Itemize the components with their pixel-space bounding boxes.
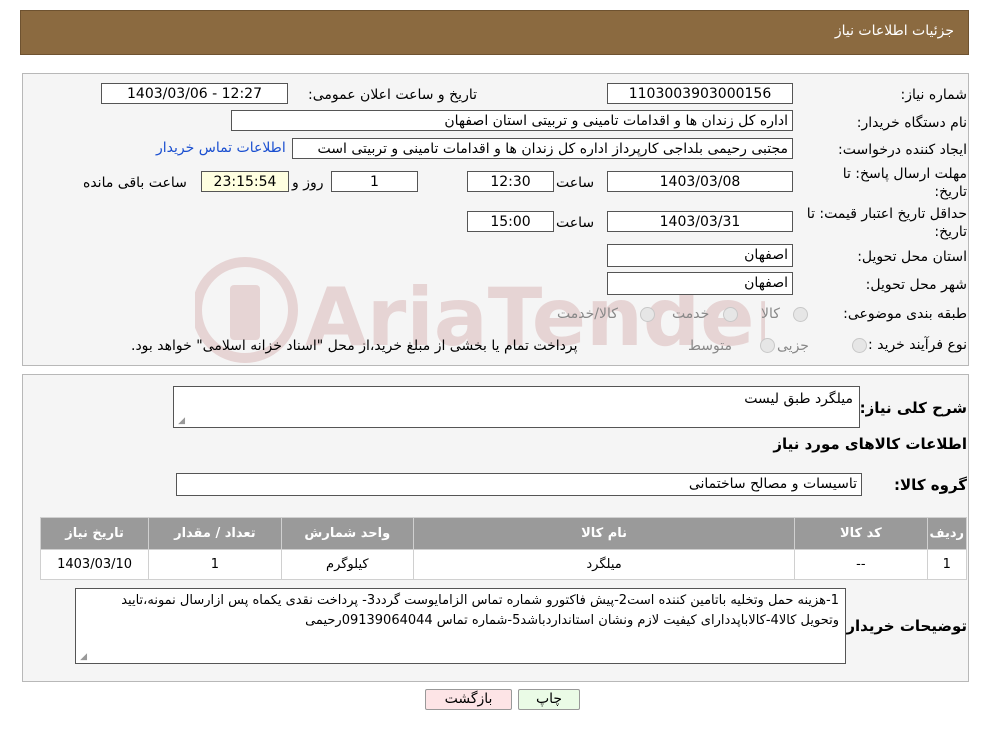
cell-unit: کیلوگرم [280,549,415,580]
category-goods-service-radio[interactable] [640,307,655,322]
cell-quantity: 1 [148,549,282,580]
announce-datetime-field: 1403/03/06 - 12:27 [101,83,288,104]
province-label: استان محل تحویل: [857,249,967,265]
buyer-notes-label: توضیحات خریدار: [840,617,967,635]
buyer-notes-text: 1-هزینه حمل وتخلیه باتامین کننده است2-پی… [121,593,839,628]
summary-text: میلگرد طبق لیست [744,391,853,407]
resize-grip-icon[interactable]: ◢ [79,653,87,662]
col-item-name: نام کالا [412,517,796,550]
summary-textarea[interactable]: میلگرد طبق لیست ◢ [173,386,860,428]
col-row-number: ردیف [926,517,968,550]
price-validity-date-field: 1403/03/31 [607,211,793,232]
table-row: 1403/03/10 1 کیلوگرم میلگرد -- 1 [39,549,968,580]
price-time-label: ساعت [556,215,595,231]
remaining-time-label: ساعت باقی مانده [83,175,187,191]
days-remaining-field: 1 [331,171,418,192]
col-quantity: تعداد / مقدار [148,517,282,550]
buyer-org-field: اداره کل زندان ها و اقدامات تامینی و ترب… [231,110,793,131]
process-minor-radio[interactable] [852,338,867,353]
need-number-label: شماره نیاز: [900,87,968,103]
creator-label: ایجاد کننده درخواست: [838,142,967,158]
process-medium-radio[interactable] [760,338,775,353]
buyer-notes-textarea[interactable]: 1-هزینه حمل وتخلیه باتامین کننده است2-پی… [75,588,846,664]
category-service-label: خدمت [672,306,710,322]
price-validity-label: حداقل تاریخ اعتبار قیمت: تا [806,206,967,222]
print-button[interactable]: چاپ [518,689,580,710]
creator-field: مجتبی رحیمی بلداجی کارپرداز اداره کل زند… [292,138,793,159]
days-label: روز و [292,175,324,191]
goods-table: تاریخ نیاز تعداد / مقدار واحد شمارش نام … [39,517,968,580]
announce-datetime-label: تاریخ و ساعت اعلان عمومی: [308,87,477,103]
resize-grip-icon[interactable]: ◢ [177,417,185,426]
col-need-date: تاریخ نیاز [39,517,150,550]
category-goods-service-label: کالا/خدمت [557,306,618,322]
price-validity-label-date: تاریخ: [934,224,967,240]
goods-group-label: گروه کالا: [894,476,967,494]
col-item-code: کد کالا [794,517,928,550]
category-label: طبقه بندی موضوعی: [843,306,967,322]
buyer-contact-link[interactable]: اطلاعات تماس خریدار [156,140,286,156]
process-minor-label: جزیی [777,338,809,354]
reply-time-field: 12:30 [467,171,554,192]
goods-table-header: تاریخ نیاز تعداد / مقدار واحد شمارش نام … [39,517,968,550]
cell-need-date: 1403/03/10 [39,549,150,580]
category-goods-radio[interactable] [793,307,808,322]
summary-label: شرح کلی نیاز: [859,399,967,417]
city-field: اصفهان [607,272,793,295]
city-label: شهر محل تحویل: [865,277,967,293]
process-medium-label: متوسط [688,338,732,354]
cell-item-code: -- [794,549,928,580]
buyer-org-label: نام دستگاه خریدار: [856,115,967,131]
cell-item-name: میلگرد [412,549,796,580]
province-field: اصفهان [607,244,793,267]
reply-deadline-label-date: تاریخ: [934,184,967,200]
cell-row-number: 1 [926,549,968,580]
reply-deadline-label: مهلت ارسال پاسخ: تا [842,166,967,182]
col-unit: واحد شمارش [280,517,415,550]
purchase-process-label: نوع فرآیند خرید : [868,337,967,353]
treasury-note: پرداخت تمام یا بخشی از مبلغ خرید،از محل … [131,338,578,354]
back-button[interactable]: بازگشت [425,689,512,710]
reply-time-label: ساعت [556,175,595,191]
page-title: جزئیات اطلاعات نیاز [834,23,954,39]
reply-date-field: 1403/03/08 [607,171,793,192]
remaining-time-field: 23:15:54 [201,171,289,192]
page-header: جزئیات اطلاعات نیاز [20,10,969,55]
category-service-radio[interactable] [723,307,738,322]
goods-group-field: تاسیسات و مصالح ساختمانی [176,473,862,496]
price-time-field: 15:00 [467,211,554,232]
goods-info-title: اطلاعات کالاهای مورد نیاز [773,435,967,453]
category-goods-label: کالا [761,306,780,322]
need-number-field: 1103003903000156 [607,83,793,104]
